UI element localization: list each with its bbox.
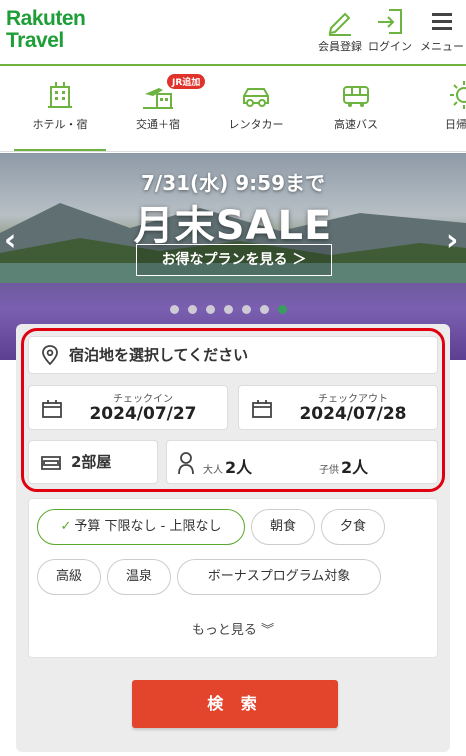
dinner-filter-label: 夕食 <box>339 519 366 534</box>
luxury-filter-chip[interactable]: 高級 <box>37 559 101 595</box>
child-count: 子供 2人 <box>319 454 368 478</box>
rooms-selector[interactable]: 2部屋 <box>28 440 158 484</box>
breakfast-filter-label: 朝食 <box>269 519 296 534</box>
checkout-value: 2024/07/28 <box>299 404 407 424</box>
carousel-dot[interactable] <box>170 305 179 314</box>
double-chevron-down-icon: ︾ <box>261 623 275 638</box>
budget-filter-label: 予算 下限なし - 上限なし <box>74 519 222 534</box>
sale-deadline: 7/31(水) 9:59まで <box>140 171 326 195</box>
luxury-filter-label: 高級 <box>55 569 82 584</box>
checkout-date-field[interactable]: チェックアウト 2024/07/28 <box>238 385 438 430</box>
bed-icon <box>41 456 61 470</box>
dinner-filter-chip[interactable]: 夕食 <box>321 509 385 545</box>
checkout-label: チェックアウト <box>318 394 388 405</box>
budget-filter-chip[interactable]: ✓ 予算 下限なし - 上限なし <box>37 509 245 545</box>
location-pin-icon <box>42 345 58 365</box>
adult-label: 大人 <box>203 465 223 476</box>
login-icon <box>378 9 402 34</box>
bonus-program-filter-chip[interactable]: ボーナスプログラム対象 <box>177 559 381 595</box>
checkin-date-field[interactable]: チェックイン 2024/07/27 <box>28 385 228 430</box>
guests-selector[interactable]: 大人 2人 子供 2人 <box>166 440 438 484</box>
register-label: 会員登録 <box>318 40 362 53</box>
breakfast-filter-chip[interactable]: 朝食 <box>251 509 315 545</box>
banner-next-icon[interactable]: › <box>446 223 458 258</box>
hamburger-menu-icon <box>432 13 452 30</box>
bonus-program-filter-label: ボーナスプログラム対象 <box>207 569 351 584</box>
app-header: Rakuten Travel 会員登録 ログイン メニュー <box>0 0 466 66</box>
tab-hotel-label: ホテル・宿 <box>32 118 88 131</box>
check-icon: ✓ <box>60 519 72 534</box>
sun-icon <box>450 81 466 109</box>
banner-prev-icon[interactable]: ‹ <box>4 223 16 258</box>
child-label: 子供 <box>319 465 339 476</box>
tab-hotel[interactable]: ホテル・宿 <box>14 68 106 151</box>
tab-highway-bus-label: 高速バス <box>334 118 378 131</box>
search-button[interactable]: 検 索 <box>132 680 338 728</box>
destination-placeholder: 宿泊地を選択してください <box>69 346 249 364</box>
rooms-value: 2部屋 <box>71 453 112 471</box>
tab-rental-car[interactable]: レンタカー <box>210 68 302 151</box>
filter-section: ✓ 予算 下限なし - 上限なし 朝食 夕食 高級 温泉 ボーナスプログラム対象 … <box>28 498 438 658</box>
carousel-dot[interactable] <box>206 305 215 314</box>
child-value: 2人 <box>341 458 369 477</box>
bus-icon <box>343 86 369 107</box>
hot-spring-filter-chip[interactable]: 温泉 <box>107 559 171 595</box>
person-icon <box>178 452 194 475</box>
logo-line-1: Rakuten <box>6 7 86 30</box>
hotel-icon <box>48 82 72 108</box>
tab-day-trip-label: 日帰 <box>445 118 466 131</box>
register-button[interactable]: 会員登録 <box>318 6 362 54</box>
rakuten-travel-logo[interactable]: Rakuten Travel <box>6 7 86 52</box>
checkin-value: 2024/07/27 <box>89 404 197 424</box>
show-more-link[interactable]: もっと見る ︾ <box>29 619 437 638</box>
tab-rental-car-label: レンタカー <box>228 118 284 131</box>
hot-spring-filter-label: 温泉 <box>125 569 152 584</box>
adult-value: 2人 <box>225 458 253 477</box>
view-deals-button[interactable]: お得なプランを見る ＞ <box>136 244 332 276</box>
jr-badge: JR追加 <box>167 74 206 89</box>
menu-label: メニュー <box>420 40 464 53</box>
category-tabs: ホテル・宿 交通＋宿 JR追加 レンタカー 高速バス 日帰 <box>0 68 466 152</box>
carousel-dot-active[interactable] <box>278 305 287 314</box>
menu-button[interactable]: メニュー <box>420 6 464 54</box>
destination-selector[interactable]: 宿泊地を選択してください <box>28 336 438 374</box>
tab-day-trip[interactable]: 日帰 <box>410 68 466 151</box>
adult-count: 大人 2人 <box>203 454 252 478</box>
carousel-dot[interactable] <box>260 305 269 314</box>
show-more-label: もっと見る <box>191 623 257 638</box>
pencil-icon <box>328 12 351 36</box>
carousel-dot[interactable] <box>224 305 233 314</box>
login-label: ログイン <box>368 40 412 53</box>
carousel-dot[interactable] <box>242 305 251 314</box>
sale-title: 月末SALE <box>133 203 333 249</box>
checkin-label: チェックイン <box>113 394 173 405</box>
login-button[interactable]: ログイン <box>368 6 412 54</box>
tab-flight-hotel-label: 交通＋宿 <box>136 118 180 131</box>
logo-line-2: Travel <box>6 29 64 52</box>
carousel-dot[interactable] <box>188 305 197 314</box>
tab-highway-bus[interactable]: 高速バス <box>310 68 402 151</box>
carousel-dots <box>170 299 300 314</box>
car-icon <box>243 88 269 107</box>
